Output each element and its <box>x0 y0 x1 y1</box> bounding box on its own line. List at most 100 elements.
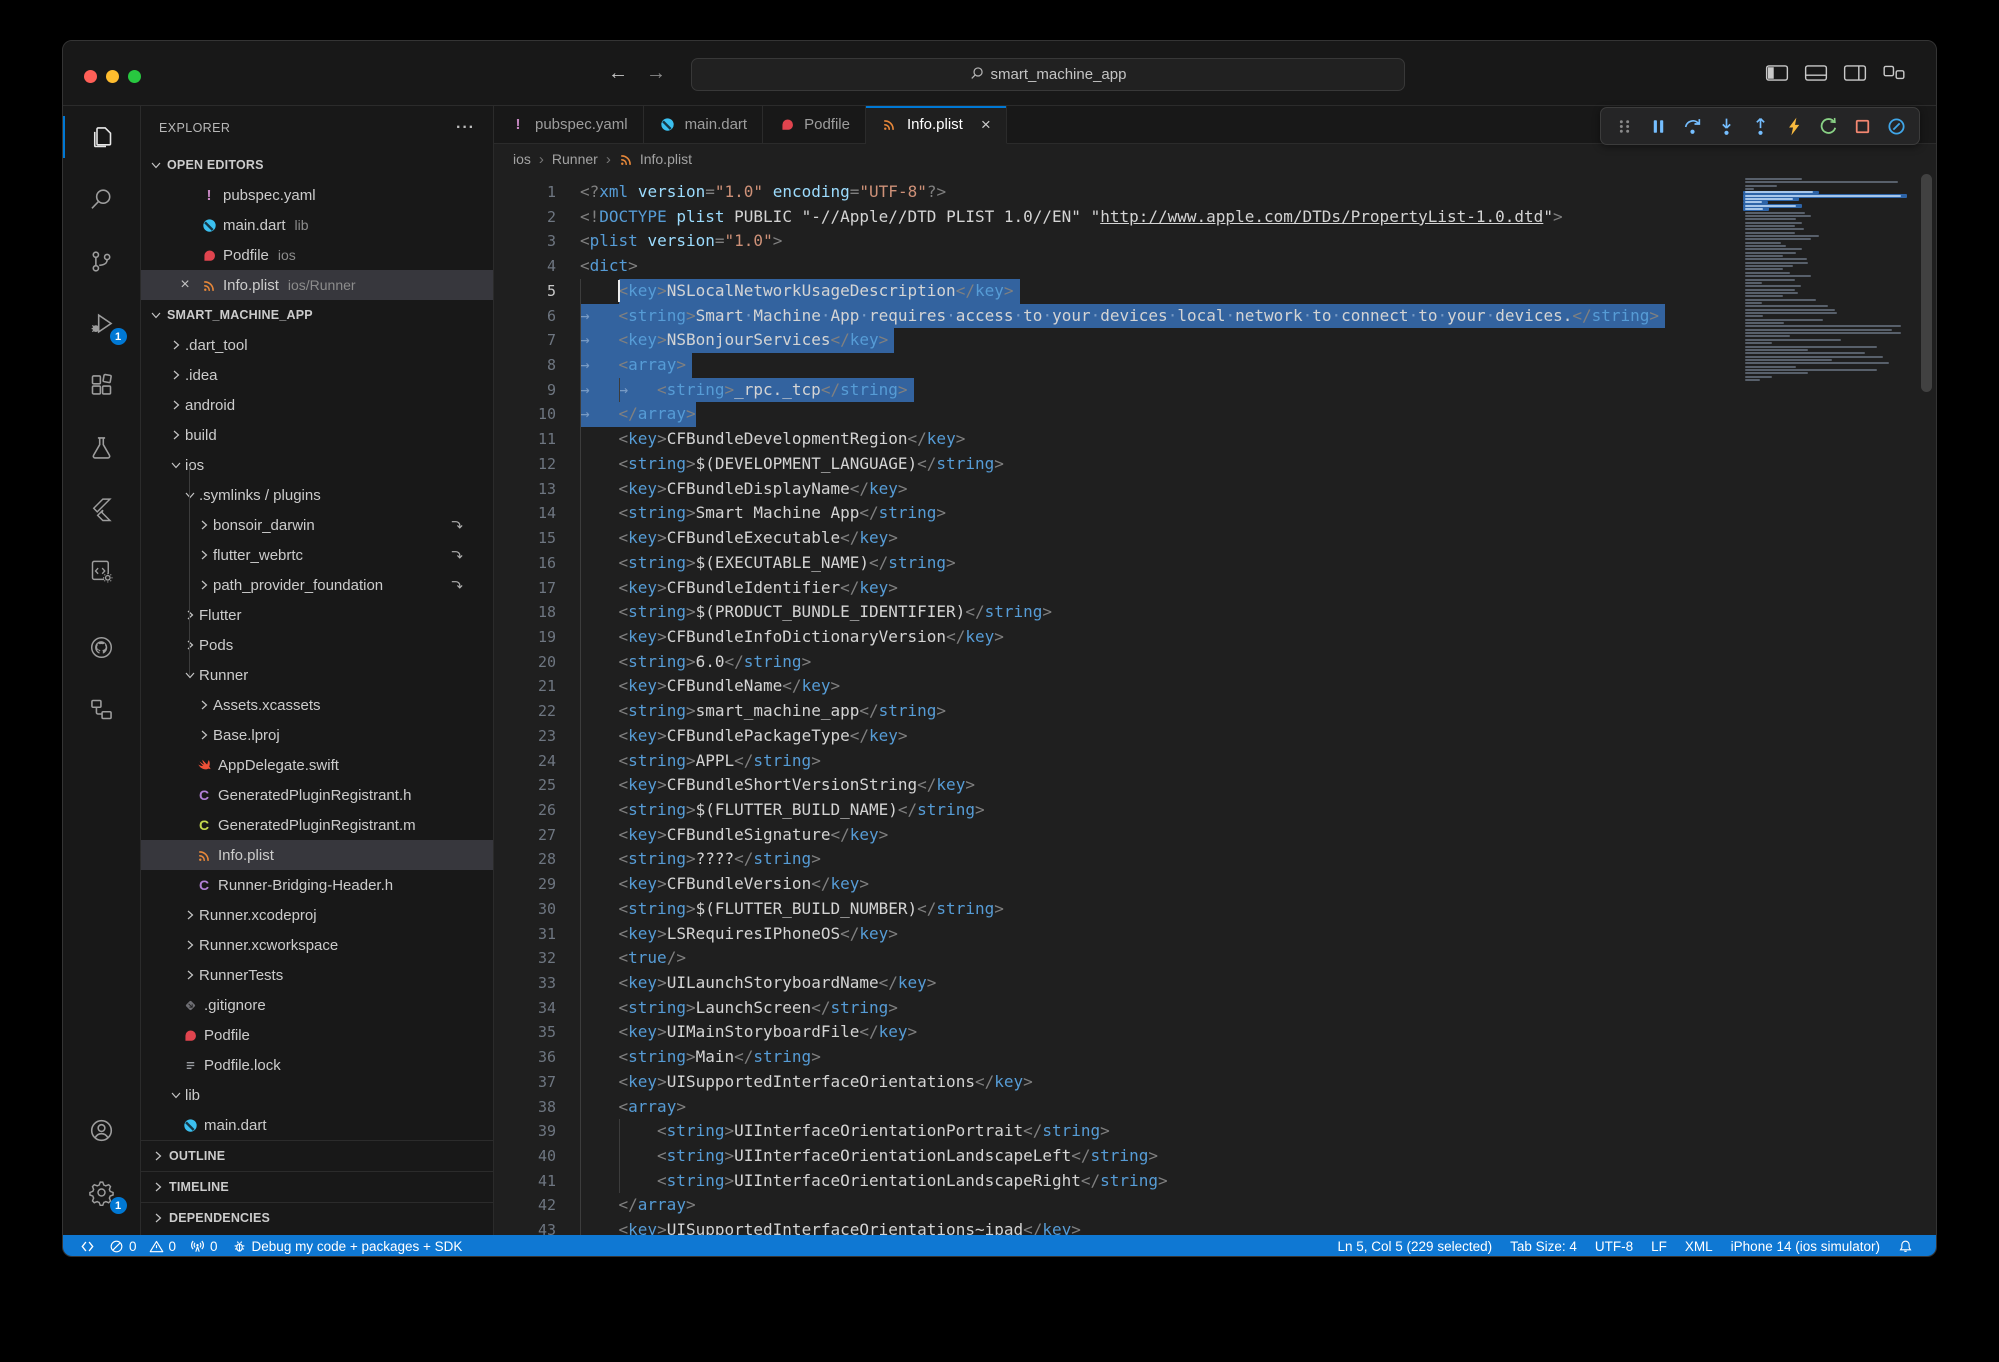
more-actions-icon[interactable]: ··· <box>456 119 475 137</box>
tree-item[interactable]: .symlinks / plugins <box>141 480 493 510</box>
open-editors-header[interactable]: OPEN EDITORS <box>141 150 493 180</box>
tree-item[interactable]: Runner.xcodeproj <box>141 900 493 930</box>
tree-item[interactable]: .gitignore <box>141 990 493 1020</box>
code-line[interactable]: 1<?xml version="1.0" encoding="UTF-8"?> <box>494 180 1936 205</box>
problems[interactable]: 00 <box>102 1235 183 1257</box>
code-line[interactable]: 37<key>UISupportedInterfaceOrientations<… <box>494 1070 1936 1095</box>
debug-config[interactable]: Debug my code + packages + SDK <box>225 1235 470 1257</box>
code-line[interactable]: 8→<array> <box>494 353 1936 378</box>
tree-item[interactable]: .idea <box>141 360 493 390</box>
open-editor-item[interactable]: !pubspec.yaml <box>141 180 493 210</box>
code-line[interactable]: 12<string>$(DEVELOPMENT_LANGUAGE)</strin… <box>494 452 1936 477</box>
tree-item[interactable]: android <box>141 390 493 420</box>
tree-item[interactable]: Podfile.lock <box>141 1050 493 1080</box>
activity-github-icon[interactable] <box>63 616 141 678</box>
activity-testing-icon[interactable] <box>63 416 141 478</box>
code-line[interactable]: 25<key>CFBundleShortVersionString</key> <box>494 773 1936 798</box>
code-line[interactable]: 42</array> <box>494 1193 1936 1218</box>
step-into-button[interactable] <box>1711 111 1741 141</box>
tree-item[interactable]: main.dart <box>141 1110 493 1140</box>
notifications[interactable] <box>1889 1235 1922 1257</box>
breadcrumb-item[interactable]: ios <box>513 151 531 167</box>
tree-item[interactable]: AppDelegate.swift <box>141 750 493 780</box>
code-line[interactable]: 35<key>UIMainStoryboardFile</key> <box>494 1020 1936 1045</box>
device-selector[interactable]: iPhone 14 (ios simulator) <box>1722 1235 1889 1257</box>
tree-item[interactable]: RunnerTests <box>141 960 493 990</box>
tree-item[interactable]: Base.lproj <box>141 720 493 750</box>
step-out-button[interactable] <box>1745 111 1775 141</box>
breadcrumb-item[interactable]: Runner <box>552 151 598 167</box>
toggle-secondary-sidebar-icon[interactable] <box>1843 64 1867 82</box>
scrollbar-thumb[interactable] <box>1921 174 1932 392</box>
tree-item[interactable]: path_provider_foundation <box>141 570 493 600</box>
toggle-panel-icon[interactable] <box>1804 64 1828 82</box>
code-line[interactable]: 11<key>CFBundleDevelopmentRegion</key> <box>494 427 1936 452</box>
tab-pubspec-yaml[interactable]: !pubspec.yaml <box>494 106 644 143</box>
eol[interactable]: LF <box>1642 1235 1676 1257</box>
tree-item[interactable]: CGeneratedPluginRegistrant.h <box>141 780 493 810</box>
tree-item[interactable]: .dart_tool <box>141 330 493 360</box>
code-line[interactable]: 21<key>CFBundleName</key> <box>494 674 1936 699</box>
code-line[interactable]: 24<string>APPL</string> <box>494 749 1936 774</box>
tree-item[interactable]: Assets.xcassets <box>141 690 493 720</box>
tab-podfile[interactable]: Podfile <box>763 106 866 143</box>
tree-item[interactable]: ios <box>141 450 493 480</box>
minimize-window-button[interactable] <box>106 70 119 83</box>
activity-accounts-icon[interactable] <box>63 1099 141 1161</box>
language-mode[interactable]: XML <box>1676 1235 1722 1257</box>
hot-reload-button[interactable] <box>1779 111 1809 141</box>
code-line[interactable]: 13<key>CFBundleDisplayName</key> <box>494 477 1936 502</box>
stop-button[interactable] <box>1847 111 1877 141</box>
tree-item[interactable]: Runner <box>141 660 493 690</box>
tree-item[interactable]: Podfile <box>141 1020 493 1050</box>
code-line[interactable]: 20<string>6.0</string> <box>494 650 1936 675</box>
code-line[interactable]: 17<key>CFBundleIdentifier</key> <box>494 576 1936 601</box>
code-line[interactable]: 19<key>CFBundleInfoDictionaryVersion</ke… <box>494 625 1936 650</box>
code-line[interactable]: 39<string>UIInterfaceOrientationPortrait… <box>494 1119 1936 1144</box>
open-editor-item[interactable]: ×Info.plistios/Runner <box>141 270 493 300</box>
activity-source-control-icon[interactable] <box>63 230 141 292</box>
code-line[interactable]: 32<true/> <box>494 946 1936 971</box>
open-editor-item[interactable]: Podfileios <box>141 240 493 270</box>
code-line[interactable]: 36<string>Main</string> <box>494 1045 1936 1070</box>
code-line[interactable]: 18<string>$(PRODUCT_BUNDLE_IDENTIFIER)</… <box>494 600 1936 625</box>
tree-item[interactable]: CRunner-Bridging-Header.h <box>141 870 493 900</box>
code-line[interactable]: 6→<string>Smart·Machine·App·requires·acc… <box>494 304 1936 329</box>
activity-code-settings-icon[interactable] <box>63 540 141 602</box>
activity-run-and-debug-icon[interactable]: 1 <box>63 292 141 354</box>
code-line[interactable]: 15<key>CFBundleExecutable</key> <box>494 526 1936 551</box>
forward-button[interactable]: → <box>646 62 666 85</box>
activity-extensions-icon[interactable] <box>63 354 141 416</box>
remote-indicator[interactable] <box>73 1235 102 1257</box>
command-center-search[interactable]: smart_machine_app <box>691 58 1405 91</box>
code-line[interactable]: 14<string>Smart Machine App</string> <box>494 501 1936 526</box>
code-line[interactable]: 3<plist version="1.0"> <box>494 229 1936 254</box>
project-section-header[interactable]: SMART_MACHINE_APP <box>141 300 493 330</box>
toggle-primary-sidebar-icon[interactable] <box>1765 64 1789 82</box>
code-line[interactable]: 27<key>CFBundleSignature</key> <box>494 823 1936 848</box>
tree-item[interactable]: CGeneratedPluginRegistrant.m <box>141 810 493 840</box>
code-line[interactable]: 9→→<string>_rpc._tcp</string> <box>494 378 1936 403</box>
ports[interactable]: 0 <box>183 1235 225 1257</box>
section-timeline[interactable]: TIMELINE <box>141 1171 493 1202</box>
breadcrumb-item[interactable]: Info.plist <box>619 151 692 167</box>
activity-references-icon[interactable] <box>63 678 141 740</box>
code-line[interactable]: 34<string>LaunchScreen</string> <box>494 996 1936 1021</box>
activity-flutter-icon[interactable] <box>63 478 141 540</box>
code-line[interactable]: 23<key>CFBundlePackageType</key> <box>494 724 1936 749</box>
tree-item[interactable]: Pods <box>141 630 493 660</box>
tree-item[interactable]: Runner.xcworkspace <box>141 930 493 960</box>
tree-item[interactable]: flutter_webrtc <box>141 540 493 570</box>
close-icon[interactable]: × <box>175 275 195 295</box>
tab-size[interactable]: Tab Size: 4 <box>1501 1235 1586 1257</box>
restart-button[interactable] <box>1813 111 1843 141</box>
encoding[interactable]: UTF-8 <box>1586 1235 1642 1257</box>
pause-button[interactable] <box>1643 111 1673 141</box>
cursor-position[interactable]: Ln 5, Col 5 (229 selected) <box>1329 1235 1502 1257</box>
code-line[interactable]: 26<string>$(FLUTTER_BUILD_NAME)</string> <box>494 798 1936 823</box>
drag-handle-button[interactable] <box>1609 111 1639 141</box>
code-line[interactable]: 22<string>smart_machine_app</string> <box>494 699 1936 724</box>
activity-settings-icon[interactable]: 1 <box>63 1161 141 1223</box>
zoom-window-button[interactable] <box>128 70 141 83</box>
code-line[interactable]: 30<string>$(FLUTTER_BUILD_NUMBER)</strin… <box>494 897 1936 922</box>
